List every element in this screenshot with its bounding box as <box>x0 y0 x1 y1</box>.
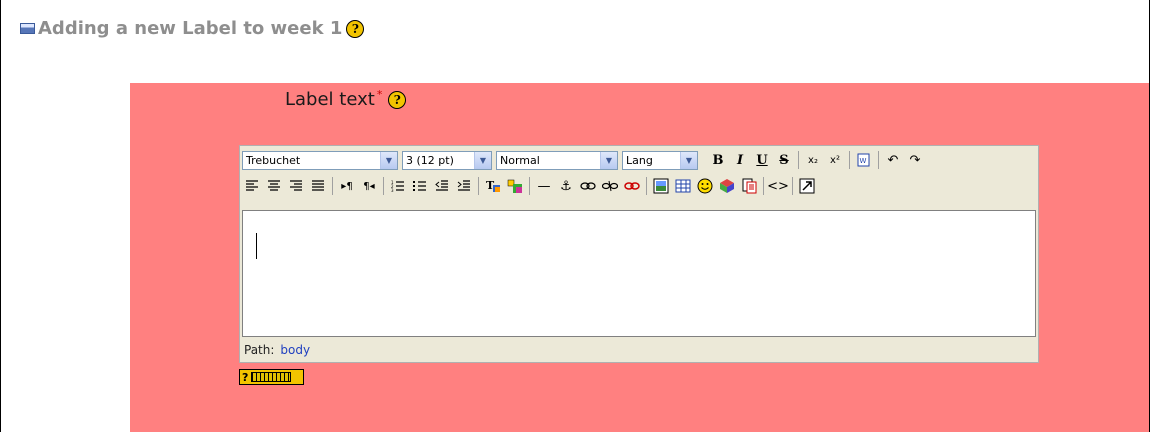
indent-icon[interactable] <box>454 176 474 196</box>
fullscreen-icon[interactable] <box>797 176 817 196</box>
svg-text:3: 3 <box>391 188 394 192</box>
toolbar-separator <box>478 177 479 195</box>
text-color-icon[interactable]: T <box>483 176 503 196</box>
underline-icon[interactable]: U <box>752 150 772 170</box>
form-panel: Label text * ? Trebuchet ▼ 3 (12 pt) ▼ N… <box>130 83 1149 432</box>
table-icon[interactable] <box>673 176 693 196</box>
help-icon[interactable]: ? <box>388 90 407 109</box>
required-mark: * <box>376 88 383 101</box>
chevron-down-icon: ▼ <box>680 151 697 169</box>
font-family-select[interactable]: Trebuchet ▼ <box>242 150 398 170</box>
search-replace-icon[interactable] <box>739 176 759 196</box>
toolbar-separator <box>646 177 647 195</box>
anchor-icon[interactable]: ⚓ <box>556 176 576 196</box>
editor-toolbar-2: ▸¶ ¶◂ 123 T — ⚓ <> <box>240 174 819 198</box>
path-body-link[interactable]: body <box>280 343 310 357</box>
bold-icon[interactable]: B <box>708 150 728 170</box>
ordered-list-icon[interactable]: 123 <box>388 176 408 196</box>
unordered-list-icon[interactable] <box>410 176 430 196</box>
special-char-icon[interactable] <box>717 176 737 196</box>
image-icon[interactable] <box>651 176 671 196</box>
page-title: Adding a new Label to week 1 <box>38 18 343 39</box>
nolink-icon[interactable] <box>622 176 642 196</box>
editor-path-bar: Path: body <box>244 343 310 357</box>
outdent-icon[interactable] <box>432 176 452 196</box>
svg-text:W: W <box>860 157 867 165</box>
smiley-icon[interactable] <box>695 176 715 196</box>
chevron-down-icon: ▼ <box>474 151 491 169</box>
chevron-down-icon: ▼ <box>380 151 397 169</box>
toolbar-separator <box>383 177 384 195</box>
italic-icon[interactable]: I <box>730 150 750 170</box>
keyboard-help-label: ? <box>242 370 249 384</box>
language-value: Lang <box>626 153 653 167</box>
font-size-value: 3 (12 pt) <box>406 153 454 167</box>
toolbar-separator <box>332 177 333 195</box>
help-icon[interactable]: ? <box>346 19 365 38</box>
ltr-icon[interactable]: ▸¶ <box>337 176 357 196</box>
font-size-select[interactable]: 3 (12 pt) ▼ <box>402 150 492 170</box>
label-text-row: Label text * ? <box>285 88 407 110</box>
align-center-icon[interactable] <box>264 176 284 196</box>
rtl-icon[interactable]: ¶◂ <box>359 176 379 196</box>
link-icon[interactable] <box>578 176 598 196</box>
superscript-icon[interactable]: x² <box>825 150 845 170</box>
toolbar-separator <box>798 151 799 169</box>
chevron-down-icon: ▼ <box>600 151 617 169</box>
paragraph-style-select[interactable]: Normal ▼ <box>496 150 618 170</box>
editor-text-area[interactable] <box>242 210 1036 337</box>
keyboard-icon <box>251 372 292 382</box>
clean-word-icon[interactable]: W <box>854 150 874 170</box>
html-editor: Trebuchet ▼ 3 (12 pt) ▼ Normal ▼ Lang ▼ … <box>239 145 1039 363</box>
justify-icon[interactable] <box>308 176 328 196</box>
unlink-icon[interactable] <box>600 176 620 196</box>
undo-icon[interactable]: ↶ <box>883 150 903 170</box>
paragraph-style-value: Normal <box>500 153 540 167</box>
toolbar-separator <box>878 151 879 169</box>
background-color-icon[interactable] <box>505 176 525 196</box>
toolbar-separator <box>763 177 764 195</box>
path-label: Path: <box>244 343 275 357</box>
keyboard-help-button[interactable]: ? <box>239 369 304 385</box>
subscript-icon[interactable]: x₂ <box>803 150 823 170</box>
language-select[interactable]: Lang ▼ <box>622 150 698 170</box>
toolbar-separator <box>529 177 530 195</box>
strikethrough-icon[interactable]: S <box>774 150 794 170</box>
text-caret <box>256 233 257 259</box>
label-module-icon <box>20 23 35 34</box>
toolbar-separator <box>792 177 793 195</box>
page-heading: Adding a new Label to week 1 ? <box>20 18 365 39</box>
editor-toolbar-1: Trebuchet ▼ 3 (12 pt) ▼ Normal ▼ Lang ▼ … <box>240 148 927 172</box>
html-source-icon[interactable]: <> <box>767 176 789 196</box>
align-left-icon[interactable] <box>242 176 262 196</box>
font-family-value: Trebuchet <box>246 153 301 167</box>
label-text-label: Label text <box>285 89 375 110</box>
align-right-icon[interactable] <box>286 176 306 196</box>
toolbar-separator <box>849 151 850 169</box>
redo-icon[interactable]: ↷ <box>905 150 925 170</box>
horizontal-rule-icon[interactable]: — <box>534 176 554 196</box>
